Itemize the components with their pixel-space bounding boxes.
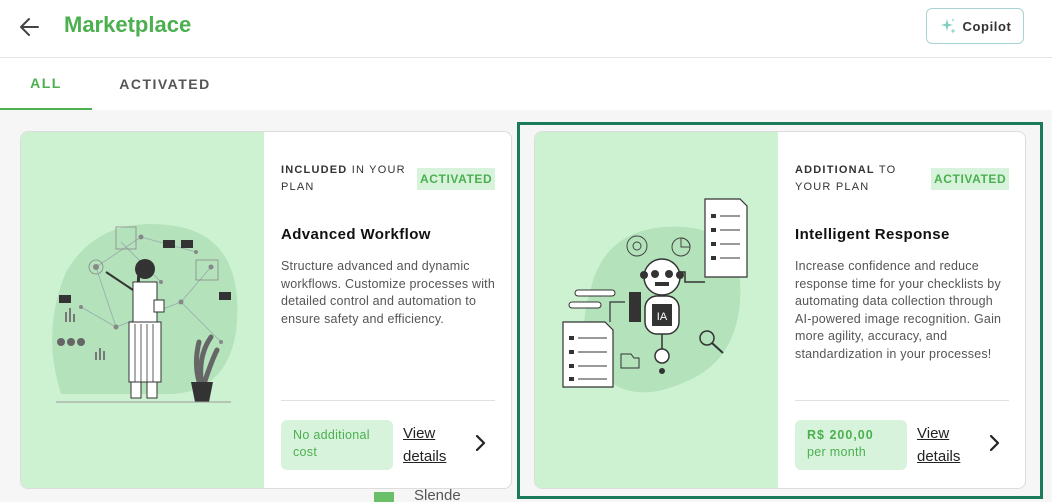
tab-bar: ALL ACTIVATED: [0, 58, 1052, 110]
price-amount: R$ 200,00: [807, 428, 874, 442]
workflow-illustration: [52, 224, 238, 403]
card-advanced-workflow[interactable]: INCLUDED IN YOUR PLAN ACTIVATED Advanced…: [20, 131, 512, 489]
card-illustration: IA: [535, 132, 778, 488]
background-partial-text: Slende: [414, 487, 461, 504]
plan-label: ADDITIONAL TO YOUR PLAN: [795, 164, 897, 193]
card-body: ADDITIONAL TO YOUR PLAN ACTIVATED Intell…: [795, 132, 1010, 488]
calendar-icon: [374, 492, 394, 502]
ia-label: IA: [657, 311, 668, 323]
tab-all[interactable]: ALL: [0, 58, 92, 110]
card-divider: [795, 400, 1009, 401]
price-period: per month: [807, 445, 866, 459]
view-details-link[interactable]: View details: [403, 422, 463, 468]
sparkle-icon: [940, 18, 956, 34]
page-title: Marketplace: [64, 12, 192, 37]
top-header: Marketplace Copilot: [0, 0, 1052, 58]
card-description: Structure advanced and dynamic workflows…: [281, 259, 496, 326]
card-body: INCLUDED IN YOUR PLAN ACTIVATED Advanced…: [281, 132, 496, 488]
ai-robot-illustration: IA: [562, 198, 748, 393]
price-box: R$ 200,00 per month: [795, 420, 907, 470]
price-box: No additional cost: [281, 420, 393, 470]
chevron-right-icon[interactable]: [473, 434, 487, 452]
status-badge: ACTIVATED: [931, 168, 1010, 190]
tab-activated[interactable]: ACTIVATED: [102, 58, 228, 110]
card-title: Advanced Workflow: [281, 226, 431, 243]
card-divider: [281, 400, 495, 401]
card-intelligent-response[interactable]: IA ADDITIONAL TO YOUR PLAN ACTIVATED Int…: [534, 131, 1026, 489]
status-badge: ACTIVATED: [417, 168, 496, 190]
card-title: Intelligent Response: [795, 226, 950, 243]
plan-label: INCLUDED IN YOUR PLAN: [281, 164, 406, 193]
view-details-link[interactable]: View details: [917, 422, 977, 468]
price-line-1: No additional: [293, 428, 370, 442]
chevron-right-icon[interactable]: [987, 434, 1001, 452]
copilot-button[interactable]: Copilot: [926, 8, 1024, 44]
card-description: Increase confidence and reduce response …: [795, 259, 1002, 361]
back-arrow-icon: [20, 18, 39, 36]
card-illustration: [21, 132, 264, 488]
copilot-label: Copilot: [962, 18, 1012, 34]
back-button[interactable]: [14, 12, 44, 42]
price-line-2: cost: [293, 445, 318, 459]
